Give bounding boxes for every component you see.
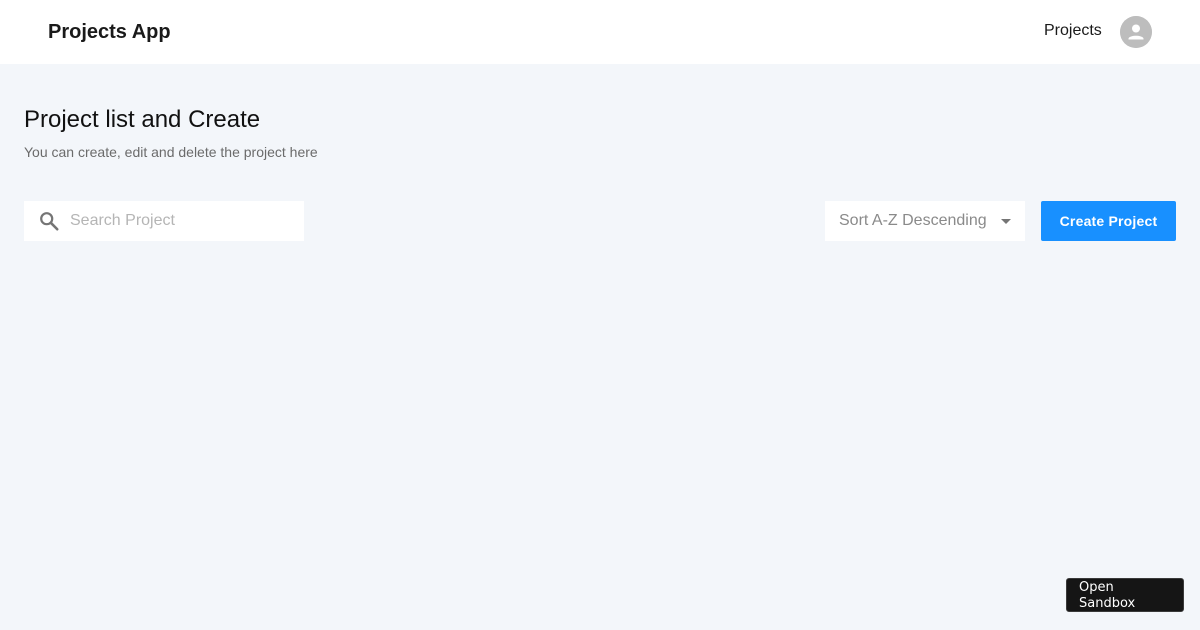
page-subtitle: You can create, edit and delete the proj… <box>24 144 318 160</box>
open-sandbox-label: Open Sandbox <box>1079 580 1136 611</box>
account-circle-icon <box>1120 16 1152 48</box>
app-title: Projects App <box>48 21 171 43</box>
search-input[interactable] <box>70 201 296 241</box>
caret-down-icon <box>1001 219 1011 224</box>
search-icon <box>40 212 59 231</box>
sort-select[interactable]: Sort A-Z Descending <box>825 201 1025 241</box>
search-box[interactable] <box>24 201 304 241</box>
create-project-button[interactable]: Create Project <box>1041 201 1176 241</box>
open-sandbox-button[interactable]: Open Sandbox <box>1066 578 1184 612</box>
avatar[interactable] <box>1120 16 1152 48</box>
nav-link-projects[interactable]: Projects <box>1044 21 1102 41</box>
app-header: Projects App Projects <box>0 0 1200 64</box>
page-title: Project list and Create <box>24 106 261 133</box>
sort-selected-value: Sort A-Z Descending <box>839 212 987 229</box>
